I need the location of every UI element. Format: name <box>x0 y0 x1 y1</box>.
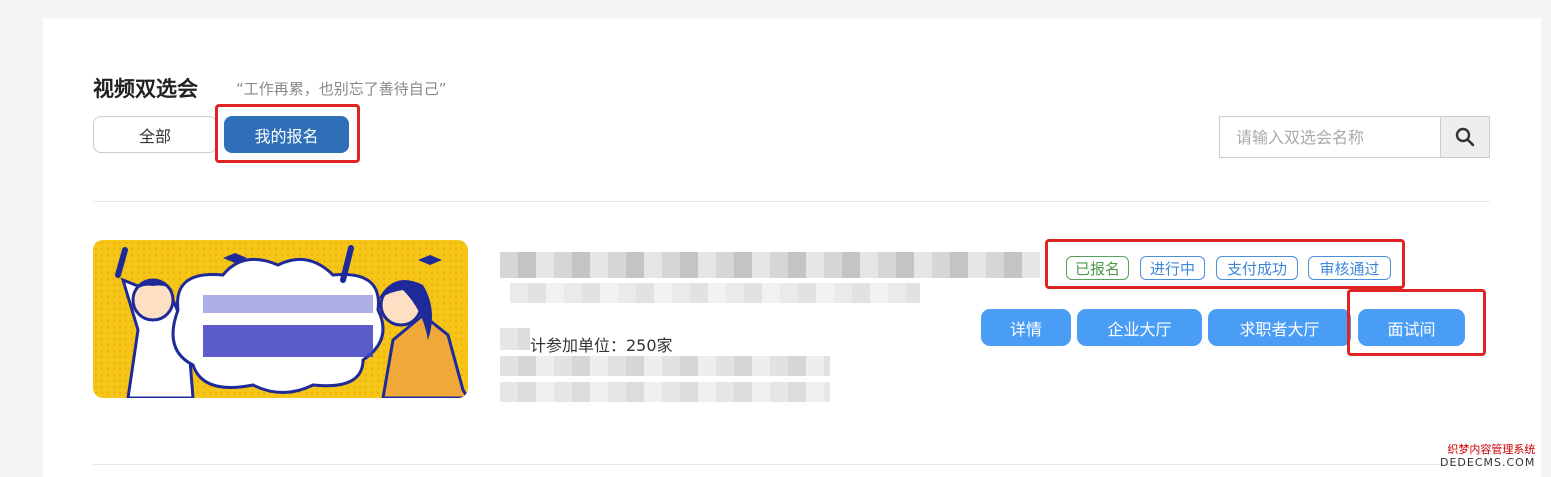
participating-units: 计参加单位：250家 <box>530 336 673 355</box>
divider-top <box>93 201 1490 202</box>
job-seeker-hall-button[interactable]: 求职者大厅 <box>1208 309 1351 346</box>
event-time-blurred <box>500 356 830 376</box>
page-title: 视频双选会 <box>93 77 198 101</box>
banner-illustration <box>93 240 468 398</box>
search-input[interactable] <box>1220 117 1440 157</box>
highlight-interview-box <box>1347 289 1486 356</box>
details-button[interactable]: 详情 <box>981 309 1071 346</box>
info-prefix-blurred <box>500 328 530 350</box>
search-icon <box>1455 127 1475 147</box>
event-title-blurred <box>500 252 1040 278</box>
tab-all[interactable]: 全部 <box>93 116 217 153</box>
page-subtitle: “工作再累，也别忘了善待自己” <box>236 80 447 98</box>
divider-bottom <box>93 464 1490 465</box>
search-button[interactable] <box>1440 117 1489 157</box>
watermark-line1: 织梦内容管理系统 <box>1447 443 1536 456</box>
search-bar <box>1219 116 1490 158</box>
company-hall-button[interactable]: 企业大厅 <box>1077 309 1202 346</box>
watermark-line2: DEDECMS.COM <box>1440 456 1536 469</box>
event-location-blurred <box>500 382 830 402</box>
event-subtitle-blurred <box>510 283 920 303</box>
highlight-tags-box <box>1045 239 1405 289</box>
event-banner-image[interactable] <box>93 240 468 398</box>
highlight-tab-box <box>215 104 360 163</box>
watermark: 织梦内容管理系统 DEDECMS.COM <box>1440 443 1535 469</box>
